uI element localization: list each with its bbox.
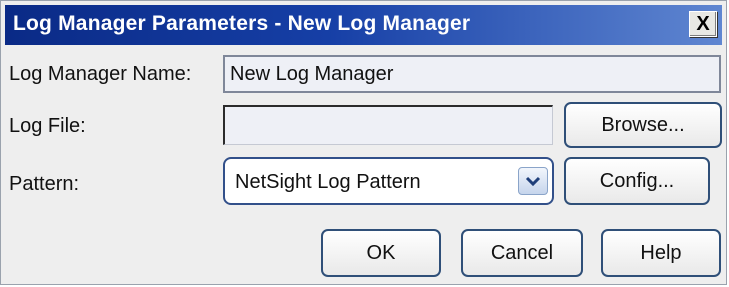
pattern-select[interactable]: NetSight Log Pattern: [223, 157, 554, 205]
help-button[interactable]: Help: [601, 229, 721, 277]
ok-button[interactable]: OK: [321, 229, 441, 277]
chevron-down-icon: [525, 176, 541, 187]
help-button-label: Help: [640, 241, 682, 264]
close-icon: X: [696, 12, 710, 35]
log-file-label: Log File:: [9, 115, 86, 137]
dialog-title: Log Manager Parameters - New Log Manager: [13, 12, 471, 35]
config-button[interactable]: Config...: [564, 157, 710, 205]
cancel-button[interactable]: Cancel: [461, 229, 583, 277]
browse-button[interactable]: Browse...: [564, 102, 722, 148]
dropdown-arrow-button[interactable]: [518, 167, 548, 195]
title-bar[interactable]: Log Manager Parameters - New Log Manager…: [5, 5, 722, 45]
log-manager-name-input[interactable]: New Log Manager: [223, 55, 721, 93]
log-manager-name-label: Log Manager Name:: [9, 63, 192, 85]
browse-button-label: Browse...: [601, 113, 685, 136]
log-manager-name-value: New Log Manager: [230, 62, 394, 85]
pattern-label: Pattern:: [9, 173, 80, 195]
pattern-select-value: NetSight Log Pattern: [235, 171, 421, 193]
ok-button-label: OK: [366, 241, 396, 264]
log-file-input[interactable]: [223, 105, 553, 145]
dialog-window: Log Manager Parameters - New Log Manager…: [0, 0, 727, 285]
cancel-button-label: Cancel: [490, 241, 554, 264]
config-button-label: Config...: [599, 169, 675, 192]
close-button[interactable]: X: [689, 11, 717, 37]
